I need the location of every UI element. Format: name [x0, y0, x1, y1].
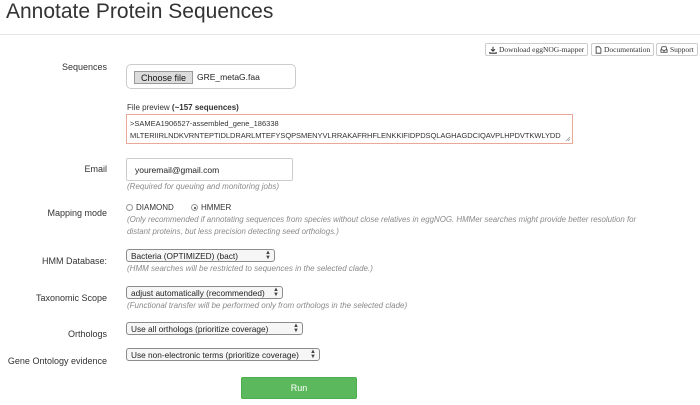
hmm-database-value: Bacteria (OPTIMIZED) (bact) — [131, 250, 238, 261]
select-arrows-icon: ▲ ▼ — [310, 348, 316, 360]
hmm-database-label: HMM Database: — [41, 256, 107, 266]
preview-line-2: MLTERIIRLNDKVRNTEPTIDLDRARLMTEFYSQPSMENY… — [130, 131, 561, 140]
mapping-mode-option-hmmer[interactable]: HMMER — [191, 203, 231, 212]
mapping-mode-label: Mapping mode — [47, 208, 107, 218]
go-evidence-select[interactable]: Use non-electronic terms (prioritize cov… — [126, 348, 320, 361]
email-input[interactable]: youremail@gmail.com — [126, 158, 293, 181]
title-divider — [0, 34, 700, 35]
file-preview-textarea[interactable]: >SAMEA1906527-assembled_gene_186338 MLTE… — [126, 114, 573, 144]
taxonomic-scope-value: adjust automatically (recommended) — [131, 287, 265, 298]
select-arrows-icon: ▲ ▼ — [273, 286, 279, 298]
email-value: youremail@gmail.com — [135, 165, 220, 175]
download-button-label: Download eggNOG-mapper — [499, 45, 585, 54]
run-button[interactable]: Run — [241, 377, 357, 399]
file-preview-label: File preview (~157 sequences) — [127, 103, 239, 112]
file-input[interactable]: Choose file GRE_metaG.faa — [126, 64, 296, 89]
support-button[interactable]: Support — [656, 43, 698, 56]
hmm-database-help: (HMM searches will be restricted to sequ… — [127, 264, 373, 273]
hmmer-option-label: HMMER — [201, 203, 232, 212]
support-button-label: Support — [670, 45, 694, 54]
preview-line-1: >SAMEA1906527-assembled_gene_186338 — [130, 119, 279, 128]
page-title: Annotate Protein Sequences — [6, 0, 274, 23]
go-evidence-value: Use non-electronic terms (prioritize cov… — [131, 349, 299, 360]
taxonomic-scope-label: Taxonomic Scope — [35, 293, 107, 303]
file-preview-count: (~157 sequences) — [171, 103, 239, 112]
document-icon — [595, 45, 602, 54]
mapping-mode-help-2: distant proteins, but less precision det… — [127, 227, 339, 236]
go-evidence-label: Gene Ontology evidence — [7, 356, 107, 366]
email-help: (Required for queuing and monitoring job… — [127, 182, 280, 191]
mapping-mode-option-diamond[interactable]: DIAMOND — [126, 203, 174, 212]
orthologs-select[interactable]: Use all orthologs (prioritize coverage) … — [126, 322, 303, 335]
orthologs-label: Orthologs — [67, 329, 107, 339]
taxonomic-scope-help: (Functional transfer will be performed o… — [127, 301, 408, 310]
hmmer-radio[interactable] — [191, 204, 198, 211]
hmm-database-select[interactable]: Bacteria (OPTIMIZED) (bact) ▲ ▼ — [126, 249, 275, 262]
documentation-button[interactable]: Documentation — [591, 43, 654, 56]
orthologs-value: Use all orthologs (prioritize coverage) — [131, 323, 269, 334]
file-name: GRE_metaG.faa — [197, 72, 260, 82]
select-arrows-icon: ▲ ▼ — [265, 249, 271, 261]
taxonomic-scope-select[interactable]: adjust automatically (recommended) ▲ ▼ — [126, 286, 283, 299]
choose-file-button[interactable]: Choose file — [134, 71, 193, 84]
sequences-label: Sequences — [61, 62, 107, 72]
file-preview-title: File preview — [127, 103, 170, 112]
resize-handle-icon[interactable] — [565, 136, 571, 142]
email-label: Email — [84, 164, 107, 174]
select-arrows-icon: ▲ ▼ — [293, 322, 299, 334]
mapping-mode-help-1: (Only recommended if annotating sequence… — [127, 215, 637, 224]
download-button[interactable]: Download eggNOG-mapper — [485, 43, 588, 56]
inbox-icon — [660, 46, 668, 53]
download-icon — [489, 46, 497, 54]
diamond-option-label: DIAMOND — [136, 203, 174, 212]
documentation-button-label: Documentation — [604, 45, 651, 54]
diamond-radio[interactable] — [126, 204, 133, 211]
